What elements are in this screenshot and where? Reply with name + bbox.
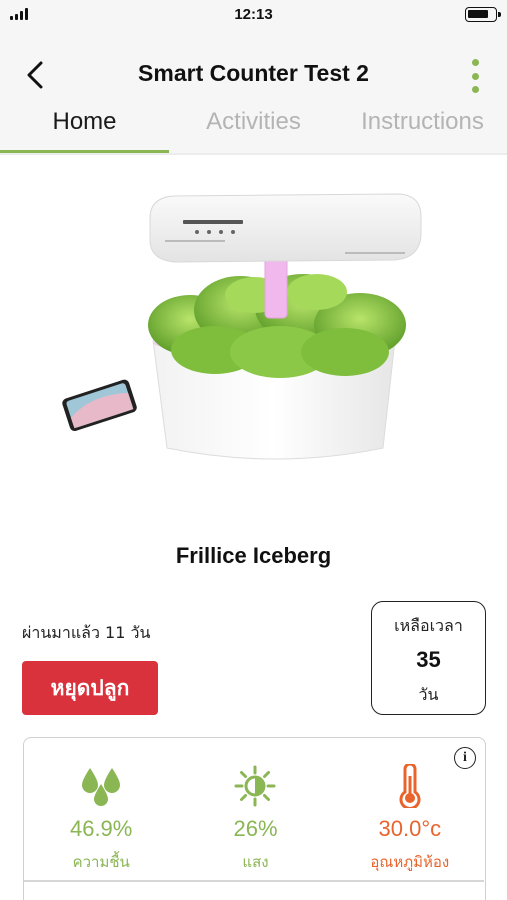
card-divider bbox=[24, 880, 484, 882]
tab-home[interactable]: Home bbox=[0, 104, 169, 155]
light-value: 26% bbox=[233, 816, 278, 841]
status-time: 12:13 bbox=[234, 6, 273, 23]
humidity-label: ความชื้น bbox=[72, 853, 130, 871]
sensor-temperature: 30.0°c อุณหภูมิห้อง bbox=[333, 764, 487, 874]
light-label: แสง bbox=[242, 853, 269, 871]
water-drops-icon bbox=[82, 768, 121, 806]
tab-bar: Home Activities Instructions bbox=[0, 104, 507, 155]
humidity-value: 46.9% bbox=[69, 816, 133, 841]
elapsed-days-text: ผ่านมาแล้ว 11 วัน bbox=[22, 623, 151, 642]
more-dot-icon bbox=[471, 86, 479, 93]
sensor-card: i 46.9% ความชื้น 26% แสง 30.0°c อุณหภูมิ… bbox=[23, 737, 486, 900]
stop-planting-button[interactable]: หยุดปลูก bbox=[22, 661, 158, 715]
smart-garden-image bbox=[62, 193, 422, 460]
thermometer-icon bbox=[399, 764, 421, 808]
more-options-button[interactable] bbox=[465, 57, 485, 95]
page-title: Smart Counter Test 2 bbox=[138, 60, 369, 86]
plant-name: Frillice Iceberg bbox=[175, 543, 332, 568]
more-dot-icon bbox=[471, 72, 479, 80]
phone-image bbox=[62, 379, 137, 432]
sensor-humidity: 46.9% ความชื้น bbox=[24, 764, 178, 874]
remaining-unit: วัน bbox=[418, 685, 439, 704]
temperature-value: 30.0°c bbox=[378, 816, 442, 841]
more-dot-icon bbox=[471, 59, 479, 66]
remaining-value: 35 bbox=[416, 647, 441, 672]
app-header: Smart Counter Test 2 Home Activities Ins… bbox=[0, 30, 507, 155]
tab-instructions[interactable]: Instructions bbox=[338, 104, 507, 155]
remaining-time-box: เหลือเวลา 35 วัน bbox=[371, 601, 486, 715]
battery-icon bbox=[465, 7, 501, 22]
status-bar: 12:13 bbox=[0, 0, 507, 30]
sun-icon bbox=[234, 765, 276, 807]
tab-activities[interactable]: Activities bbox=[169, 104, 338, 155]
remaining-label: เหลือเวลา bbox=[394, 616, 463, 635]
tab-divider bbox=[0, 153, 507, 155]
temperature-label: อุณหภูมิห้อง bbox=[370, 853, 450, 871]
sensor-row: 46.9% ความชื้น 26% แสง 30.0°c อุณหภูมิห้… bbox=[24, 764, 487, 874]
sensor-light: 26% แสง bbox=[178, 764, 332, 874]
